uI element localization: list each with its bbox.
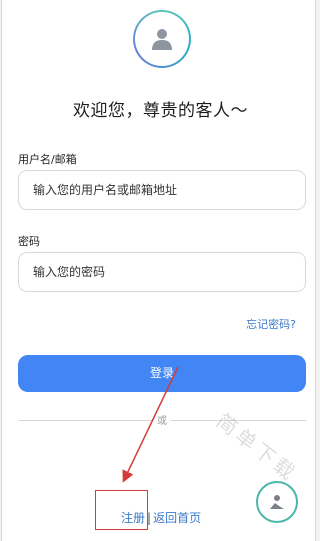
person-icon bbox=[270, 495, 284, 509]
login-page: 欢迎您，尊贵的客人〜 用户名/邮箱 输入您的用户名或邮箱地址 密码 输入您的密码… bbox=[1, 0, 316, 541]
floating-action-button[interactable] bbox=[256, 481, 298, 523]
annotation-arrow-icon bbox=[122, 366, 179, 483]
